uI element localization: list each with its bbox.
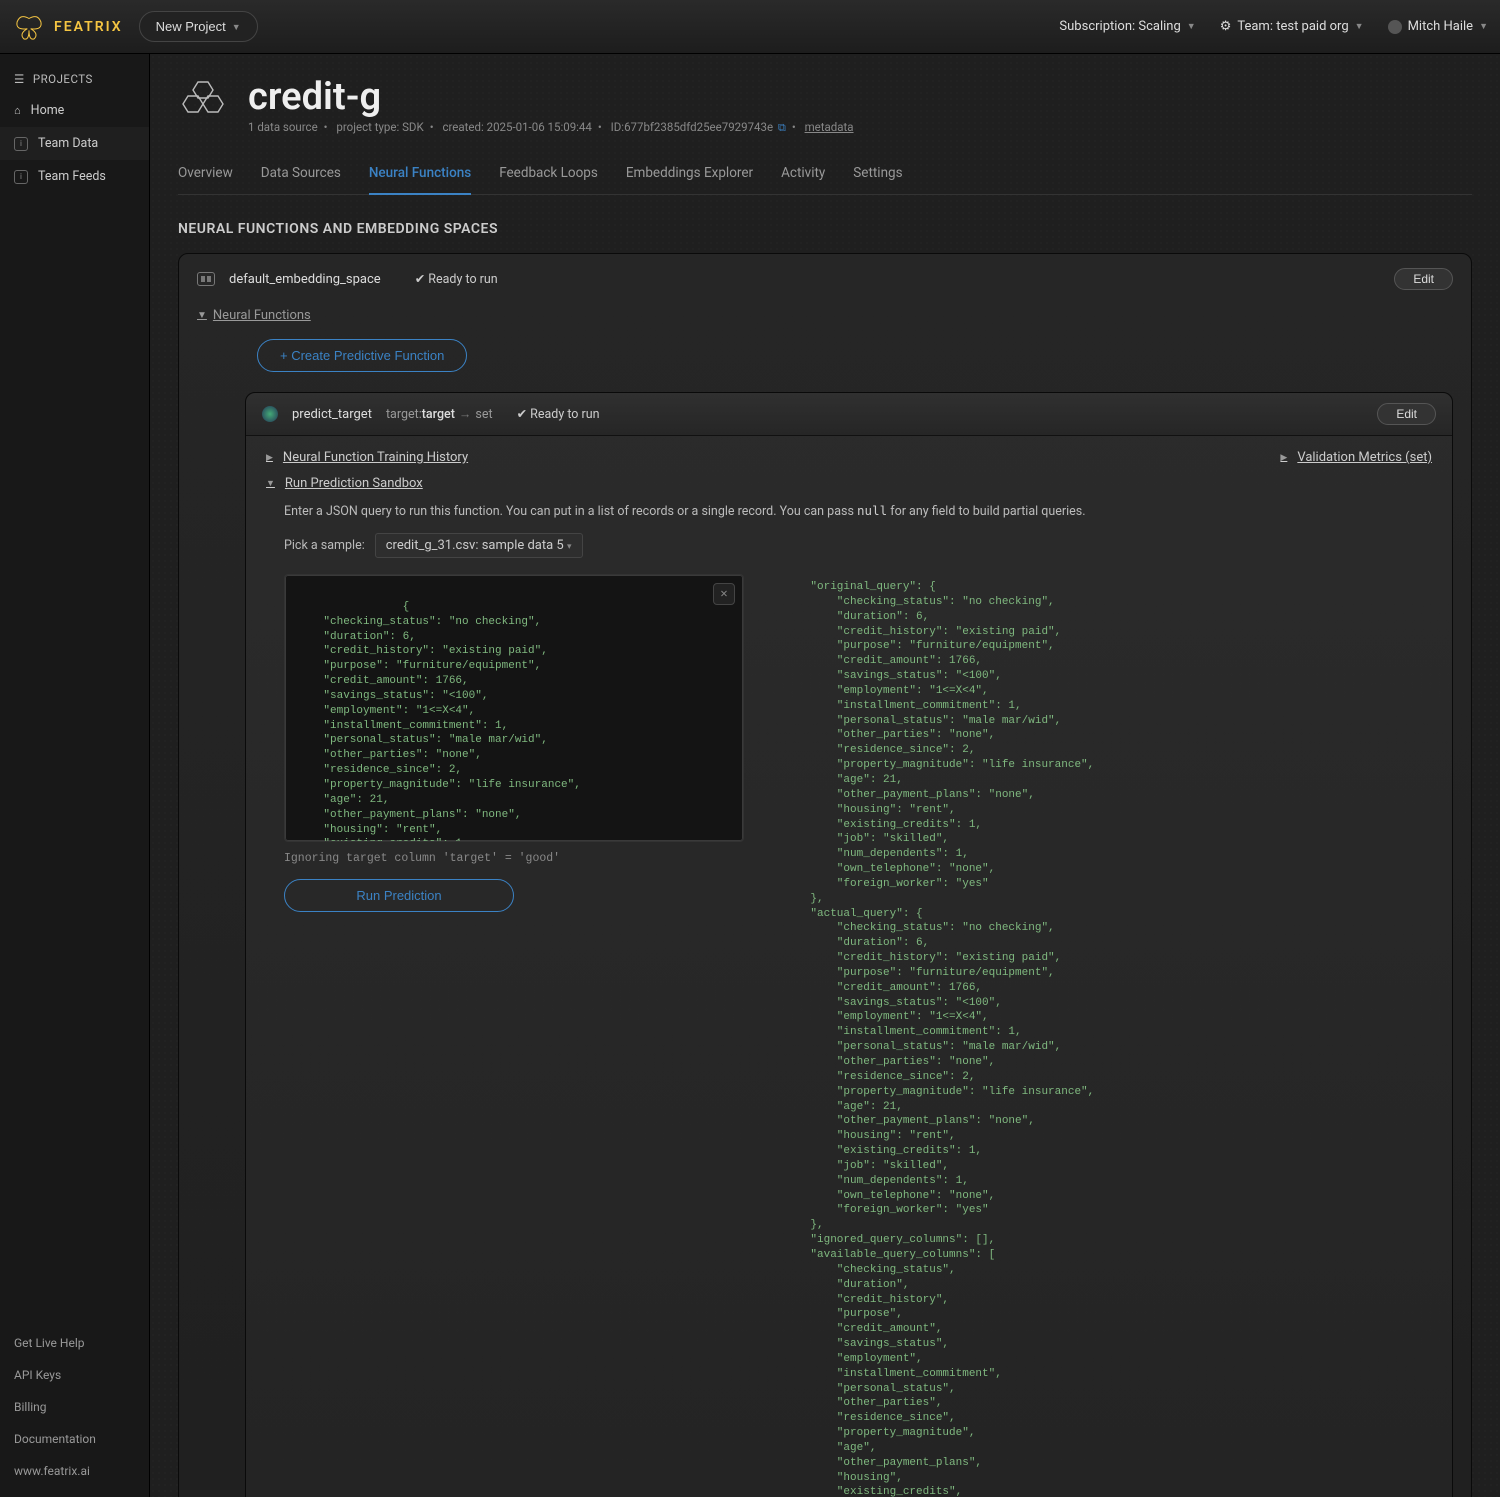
validation-metrics-toggle[interactable]: Validation Metrics (set) [1280,450,1432,465]
create-predictive-function-button[interactable]: + Create Predictive Function [257,339,467,372]
run-prediction-button[interactable]: Run Prediction [284,879,514,912]
home-icon: ⌂ [14,104,21,117]
embedding-space-icon [197,272,215,286]
sidebar-heading: ☰ PROJECTS [0,64,149,94]
embedding-space-status: Ready to run [415,271,498,287]
subscription-menu[interactable]: Subscription: Scaling ▼ [1059,19,1195,34]
sidebar-link-help[interactable]: Get Live Help [0,1327,149,1359]
ignore-message: Ignoring target column 'target' = 'good' [284,852,744,865]
sample-select[interactable]: credit_g_31.csv: sample data 5 ▾ [375,533,583,558]
sidebar-item-team-feeds[interactable]: i Team Feeds [0,160,149,193]
function-name: predict_target [292,407,372,422]
run-sandbox-toggle[interactable]: Run Prediction Sandbox [266,476,423,491]
sidebar-link-docs[interactable]: Documentation [0,1423,149,1455]
edit-embedding-space-button[interactable]: Edit [1394,268,1453,290]
user-menu[interactable]: Mitch Haile ▼ [1388,19,1488,34]
function-status: Ready to run [517,406,600,422]
brand-logo[interactable]: FEATRIX [12,10,123,44]
butterfly-icon [12,10,46,44]
tab-embeddings-explorer[interactable]: Embeddings Explorer [626,157,753,194]
team-icon: ⚙ [1220,19,1232,34]
sidebar-link-billing[interactable]: Billing [0,1391,149,1423]
clear-input-button[interactable]: ✕ [713,583,735,605]
sidebar-item-home[interactable]: ⌂ Home [0,94,149,127]
copy-id-icon[interactable]: ⧉ [778,121,786,134]
team-menu[interactable]: ⚙ Team: test paid org ▼ [1220,19,1364,34]
project-title: credit-g [248,75,381,119]
sidebar-link-site[interactable]: www.featrix.ai [0,1455,149,1487]
data-icon: i [14,137,28,151]
training-history-toggle[interactable]: Neural Function Training History [266,450,468,465]
sandbox-intro: Enter a JSON query to run this function.… [284,503,1432,519]
tab-neural-functions[interactable]: Neural Functions [369,157,471,195]
menu-icon: ☰ [14,72,25,86]
sidebar-link-api-keys[interactable]: API Keys [0,1359,149,1391]
caret-down-icon: ▾ [567,542,572,552]
project-meta: 1 data source• project type: SDK• create… [248,120,1472,135]
caret-down-icon: ▼ [1355,21,1364,32]
neural-functions-toggle[interactable]: ▼ Neural Functions [197,308,1453,323]
section-heading: NEURAL FUNCTIONS AND EMBEDDING SPACES [178,221,1472,237]
tab-activity[interactable]: Activity [781,157,825,194]
function-icon [262,406,278,422]
prediction-output: "original_query": { "checking_status": "… [774,574,1234,1497]
embedding-space-panel: default_embedding_space Ready to run Edi… [178,253,1472,1497]
tab-feedback-loops[interactable]: Feedback Loops [499,157,598,194]
caret-down-icon: ▼ [1187,21,1196,32]
sample-label: Pick a sample: [284,538,365,553]
brand-text: FEATRIX [54,19,123,35]
project-tabs: Overview Data Sources Neural Functions F… [178,157,1472,195]
function-target: target:target→set [386,407,493,422]
tab-data-sources[interactable]: Data Sources [261,157,341,194]
user-icon [1388,20,1402,34]
caret-down-icon: ▼ [1479,21,1488,32]
sidebar-item-team-data[interactable]: i Team Data [0,127,149,160]
metadata-link[interactable]: metadata [805,120,854,134]
tab-settings[interactable]: Settings [853,157,902,194]
tab-overview[interactable]: Overview [178,157,233,194]
embedding-space-name: default_embedding_space [229,272,381,287]
sidebar: ☰ PROJECTS ⌂ Home i Team Data i Team Fee… [0,54,150,1497]
caret-down-icon: ▼ [197,310,207,321]
query-input[interactable]: ✕{ "checking_status": "no checking", "du… [284,574,744,842]
project-icon [178,72,228,122]
edit-function-button[interactable]: Edit [1377,403,1436,425]
function-panel: predict_target target:target→set Ready t… [245,392,1453,1497]
new-project-button[interactable]: New Project ▼ [139,11,258,42]
feeds-icon: i [14,170,28,184]
caret-down-icon: ▼ [232,22,241,32]
